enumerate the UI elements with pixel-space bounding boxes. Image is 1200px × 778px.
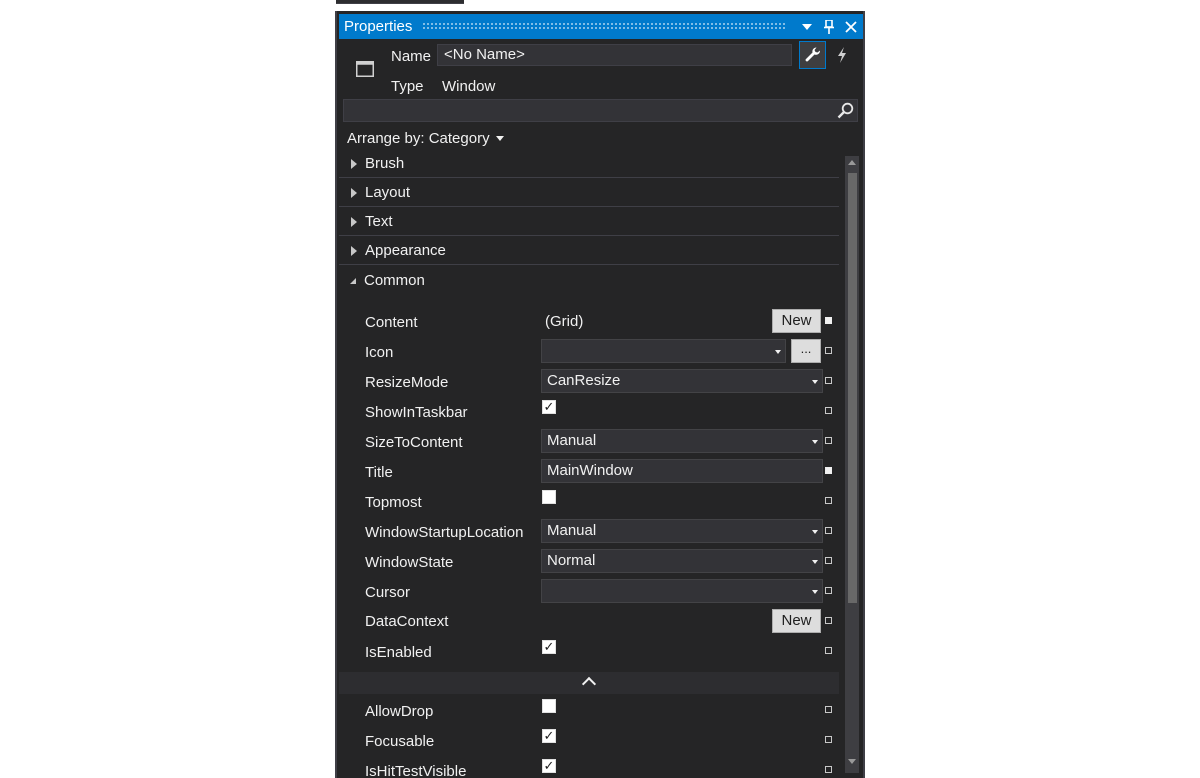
windowstartuplocation-value: Manual [547, 522, 597, 539]
prop-value-content: (Grid) [545, 313, 584, 330]
windowstate-combo[interactable]: Normal [541, 549, 823, 573]
prop-label-allowdrop: AllowDrop [365, 703, 434, 720]
property-marker[interactable] [825, 587, 832, 594]
events-lightning-button[interactable] [828, 41, 855, 69]
scroll-down-arrow-icon[interactable] [845, 755, 859, 769]
sizetocontent-combo[interactable]: Manual [541, 429, 823, 453]
pin-icon[interactable] [819, 17, 839, 37]
category-brush[interactable]: Brush [339, 150, 839, 178]
property-marker[interactable] [825, 497, 832, 504]
arrange-by-label: Arrange by: Category [347, 130, 490, 147]
close-icon[interactable] [841, 17, 861, 37]
category-label: Text [365, 213, 393, 230]
prop-label-title: Title [365, 464, 393, 481]
allowdrop-checkbox[interactable] [542, 699, 556, 713]
property-marker[interactable] [825, 557, 832, 564]
property-marker[interactable] [825, 766, 832, 773]
prop-label-topmost: Topmost [365, 494, 422, 511]
properties-wrench-button[interactable] [799, 41, 826, 69]
property-list: Brush Layout Text Appearance Common Cont… [339, 150, 839, 778]
search-icon[interactable] [837, 102, 854, 123]
sizetocontent-value: Manual [547, 432, 597, 449]
collapse-advanced-button[interactable] [339, 672, 839, 694]
property-marker[interactable] [825, 617, 832, 624]
content-new-button[interactable]: New [772, 309, 821, 333]
category-text[interactable]: Text [339, 208, 839, 236]
chevron-down-icon [812, 560, 818, 564]
category-layout[interactable]: Layout [339, 179, 839, 207]
icon-browse-button[interactable]: ... [791, 339, 821, 363]
collapse-arrow-icon[interactable] [350, 278, 356, 284]
property-marker[interactable] [825, 407, 832, 414]
prop-label-resizemode: ResizeMode [365, 374, 449, 391]
property-marker[interactable] [825, 467, 832, 474]
scroll-up-arrow-icon[interactable] [845, 156, 859, 170]
topmost-checkbox[interactable] [542, 490, 556, 504]
drag-grip[interactable] [422, 22, 787, 31]
prop-label-windowstartuplocation: WindowStartupLocation [365, 524, 524, 541]
chevron-down-icon [495, 136, 504, 141]
ishittestvisible-checkbox[interactable]: ✓ [542, 759, 556, 773]
property-marker[interactable] [825, 706, 832, 713]
chevron-down-icon [812, 590, 818, 594]
prop-label-focusable: Focusable [365, 733, 435, 750]
prop-label-cursor: Cursor [365, 584, 411, 601]
panel-title: Properties [344, 18, 413, 35]
property-marker[interactable] [825, 527, 832, 534]
cursor-combo[interactable] [541, 579, 823, 603]
property-marker[interactable] [825, 377, 832, 384]
prop-label-ishittestvisible: IsHitTestVisible [365, 763, 467, 778]
window-position-dropdown-icon[interactable] [797, 17, 817, 37]
prop-label-windowstate: WindowState [365, 554, 454, 571]
property-marker[interactable] [825, 317, 832, 324]
name-field[interactable]: <No Name> [437, 44, 792, 66]
prop-label-sizetocontent: SizeToContent [365, 434, 463, 451]
expand-arrow-icon[interactable] [351, 216, 357, 227]
property-marker[interactable] [825, 347, 832, 354]
datacontext-new-button[interactable]: New [772, 609, 821, 633]
property-marker[interactable] [825, 647, 832, 654]
window-type-icon [356, 61, 374, 81]
expand-arrow-icon[interactable] [351, 158, 357, 169]
category-label: Common [364, 271, 425, 289]
prop-label-icon: Icon [365, 344, 394, 361]
isenabled-checkbox[interactable]: ✓ [542, 640, 556, 654]
type-label: Type [391, 78, 424, 95]
panel-titlebar[interactable]: Properties [339, 14, 863, 39]
category-label: Layout [365, 184, 411, 201]
expand-arrow-icon[interactable] [351, 245, 357, 256]
expand-arrow-icon[interactable] [351, 187, 357, 198]
resizemode-combo[interactable]: CanResize [541, 369, 823, 393]
windowstartuplocation-combo[interactable]: Manual [541, 519, 823, 543]
showintaskbar-checkbox[interactable]: ✓ [542, 400, 556, 414]
property-marker[interactable] [825, 736, 832, 743]
prop-label-isenabled: IsEnabled [365, 644, 432, 661]
scrollbar-thumb[interactable] [848, 173, 857, 603]
tab-stub [336, 0, 464, 4]
chevron-down-icon [812, 530, 818, 534]
prop-label-content: Content [365, 314, 418, 331]
chevron-down-icon [775, 350, 781, 354]
resizemode-value: CanResize [547, 372, 621, 389]
name-label: Name [391, 48, 432, 65]
properties-panel: Properties Name <No Name> Type Window Ar… [335, 11, 865, 778]
category-label: Appearance [365, 242, 446, 259]
arrange-by-dropdown[interactable]: Arrange by: Category [347, 130, 504, 147]
property-marker[interactable] [825, 437, 832, 444]
category-common[interactable]: Common [339, 266, 839, 294]
title-textbox[interactable]: MainWindow [541, 459, 823, 483]
property-search-input[interactable] [343, 99, 858, 122]
category-appearance[interactable]: Appearance [339, 237, 839, 265]
chevron-down-icon [812, 440, 818, 444]
prop-label-showintaskbar: ShowInTaskbar [365, 404, 468, 421]
type-value: Window [442, 78, 496, 95]
chevron-down-icon [812, 380, 818, 384]
chevron-up-icon [581, 676, 597, 692]
windowstate-value: Normal [547, 552, 596, 569]
prop-label-datacontext: DataContext [365, 613, 449, 630]
icon-combo[interactable] [541, 339, 786, 363]
focusable-checkbox[interactable]: ✓ [542, 729, 556, 743]
category-label: Brush [365, 155, 405, 172]
